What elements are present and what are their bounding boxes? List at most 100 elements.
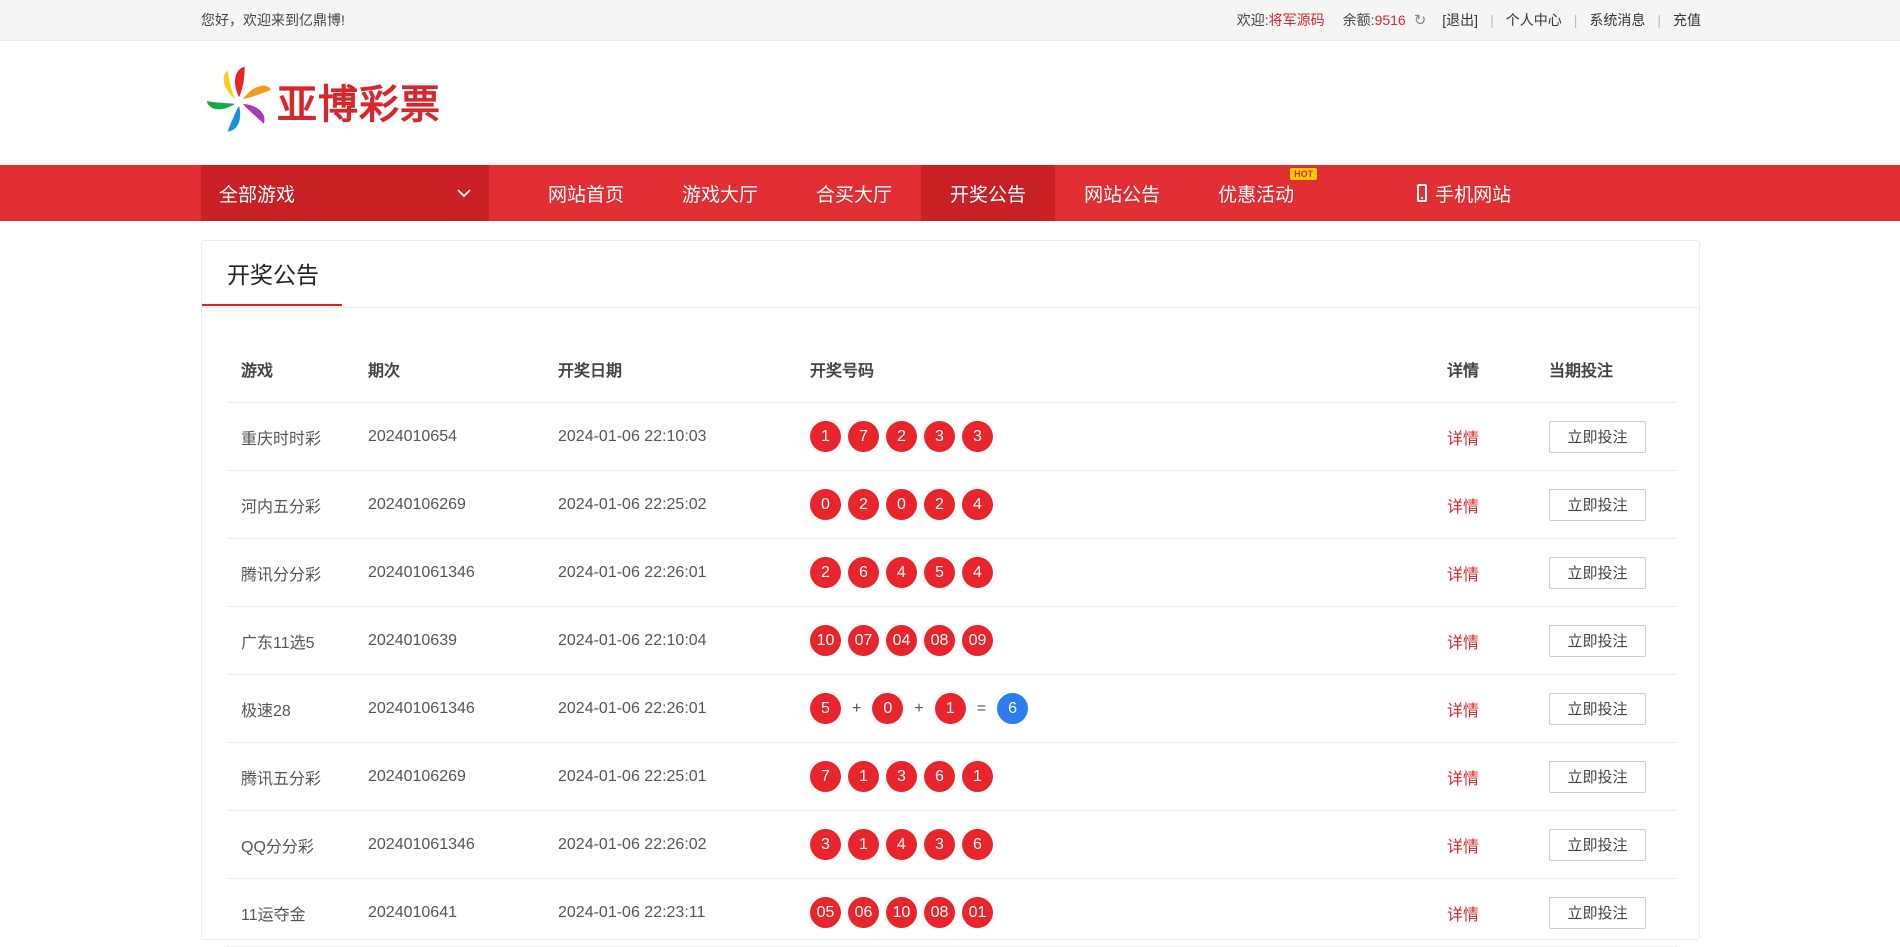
nav-item-group-buy[interactable]: 合买大厅 <box>787 165 921 221</box>
panel-header: 开奖公告 <box>202 241 1699 308</box>
game-name: 腾讯分分彩 <box>227 538 367 607</box>
detail-link[interactable]: 详情 <box>1447 907 1479 924</box>
header-numbers: 开奖号码 <box>809 336 1446 403</box>
welcome-label: 欢迎: <box>1236 12 1269 28</box>
main-nav: 全部游戏 网站首页 游戏大厅 合买大厅 开奖公告 网站公告 优惠活动 HOT 手… <box>0 165 1900 221</box>
panel-title: 开奖公告 <box>202 241 342 306</box>
number-ball: 4 <box>886 829 917 860</box>
nav-item-announcements[interactable]: 网站公告 <box>1055 165 1189 221</box>
number-ball: 3 <box>886 761 917 792</box>
number-ball: 1 <box>962 761 993 792</box>
table-row: QQ分分彩 202401061346 2024-01-06 22:26:02 3 1 4 3… <box>227 810 1677 879</box>
number-ball: 06 <box>848 897 879 928</box>
operator-symbol: + <box>852 699 862 717</box>
number-ball: 6 <box>848 557 879 588</box>
number-ball: 6 <box>962 829 993 860</box>
game-name: 极速28 <box>227 674 367 743</box>
draw-numbers: 05 06 10 08 01 <box>809 878 1446 947</box>
logo[interactable]: 亚博彩票 <box>201 63 441 139</box>
number-ball: 6 <box>924 761 955 792</box>
divider: | <box>1490 12 1494 28</box>
number-ball: 4 <box>962 489 993 520</box>
refresh-icon[interactable]: ↻ <box>1414 11 1427 29</box>
bet-now-button[interactable]: 立即投注 <box>1549 488 1646 521</box>
table-row: 广东11选5 2024010639 2024-01-06 22:10:04 10 07 0… <box>227 606 1677 675</box>
number-ball: 09 <box>962 625 993 656</box>
bet-cell: 立即投注 <box>1548 538 1677 607</box>
all-games-dropdown[interactable]: 全部游戏 <box>201 165 489 221</box>
game-name: 11运夺金 <box>227 878 367 947</box>
hot-badge: HOT <box>1290 168 1318 180</box>
messages-link[interactable]: 系统消息 <box>1589 10 1645 30</box>
number-ball: 1 <box>810 421 841 452</box>
detail-cell: 详情 <box>1446 674 1548 743</box>
game-name: QQ分分彩 <box>227 810 367 879</box>
nav-links: 网站首页 游戏大厅 合买大厅 开奖公告 网站公告 优惠活动 HOT <box>519 165 1323 221</box>
chevron-down-icon <box>457 188 471 197</box>
logout-link[interactable]: [退出] <box>1442 10 1478 30</box>
issue-number: 202401061346 <box>367 538 557 607</box>
number-balls: 17233 <box>810 421 1445 452</box>
bet-now-button[interactable]: 立即投注 <box>1549 624 1646 657</box>
personal-center-link[interactable]: 个人中心 <box>1506 10 1562 30</box>
draw-numbers: 02024 <box>809 470 1446 539</box>
number-ball: 5 <box>810 693 841 724</box>
draw-numbers: 26454 <box>809 538 1446 607</box>
number-balls: 31436 <box>810 829 1445 860</box>
logo-flower-icon <box>206 66 272 132</box>
issue-number: 20240106269 <box>367 470 557 539</box>
number-balls: 10 07 04 08 09 <box>810 625 1445 656</box>
table-header-row: 游戏 期次 开奖日期 开奖号码 详情 当期投注 <box>227 336 1677 403</box>
detail-link[interactable]: 详情 <box>1447 499 1479 516</box>
nav-item-game-hall[interactable]: 游戏大厅 <box>653 165 787 221</box>
header-issue: 期次 <box>367 336 557 403</box>
mobile-site-link[interactable]: 手机网站 <box>1417 165 1511 221</box>
number-ball: 2 <box>810 557 841 588</box>
detail-link[interactable]: 详情 <box>1447 703 1479 720</box>
bet-cell: 立即投注 <box>1548 402 1677 471</box>
game-name: 腾讯五分彩 <box>227 742 367 811</box>
bet-now-button[interactable]: 立即投注 <box>1549 420 1646 453</box>
top-bar: 您好，欢迎来到亿鼎博! 欢迎: 将军源码 余额: 9516 ↻ [退出] | 个… <box>0 0 1900 41</box>
draw-results-table: 游戏 期次 开奖日期 开奖号码 详情 当期投注 重庆时时彩 2024010654 2… <box>227 336 1677 947</box>
nav-item-promotions[interactable]: 优惠活动 HOT <box>1189 165 1323 221</box>
detail-link[interactable]: 详情 <box>1447 567 1479 584</box>
number-ball: 2 <box>848 489 879 520</box>
draw-date: 2024-01-06 22:26:01 <box>557 538 809 607</box>
bet-now-button[interactable]: 立即投注 <box>1549 896 1646 929</box>
operator-symbol: + <box>914 699 924 717</box>
bet-cell: 立即投注 <box>1548 674 1677 743</box>
draw-numbers: 17233 <box>809 402 1446 471</box>
number-ball: 3 <box>962 421 993 452</box>
number-ball: 1 <box>848 829 879 860</box>
draw-date: 2024-01-06 22:25:02 <box>557 470 809 539</box>
game-name: 河内五分彩 <box>227 470 367 539</box>
bet-now-button[interactable]: 立即投注 <box>1549 556 1646 589</box>
bet-now-button[interactable]: 立即投注 <box>1549 760 1646 793</box>
number-ball: 1 <box>934 693 966 724</box>
table-row: 极速28 202401061346 2024-01-06 22:26:01 5 +0 +1… <box>227 674 1677 743</box>
bet-now-button[interactable]: 立即投注 <box>1549 828 1646 861</box>
nav-item-home[interactable]: 网站首页 <box>519 165 653 221</box>
nav-item-draw-results[interactable]: 开奖公告 <box>921 165 1056 221</box>
detail-link[interactable]: 详情 <box>1447 635 1479 652</box>
detail-link[interactable]: 详情 <box>1447 771 1479 788</box>
number-ball: 7 <box>810 761 841 792</box>
bet-now-button[interactable]: 立即投注 <box>1549 692 1646 725</box>
detail-link[interactable]: 详情 <box>1447 839 1479 856</box>
draw-numbers: 10 07 04 08 09 <box>809 606 1446 675</box>
recharge-link[interactable]: 充值 <box>1673 10 1701 30</box>
bet-cell: 立即投注 <box>1548 470 1677 539</box>
detail-cell: 详情 <box>1446 606 1548 675</box>
number-ball: 1 <box>848 761 879 792</box>
table-row: 河内五分彩 20240106269 2024-01-06 22:25:02 0 2 0 2 4… <box>227 470 1677 539</box>
issue-number: 2024010654 <box>367 402 557 471</box>
header: 亚博彩票 <box>0 41 1900 165</box>
divider: | <box>1657 12 1661 28</box>
detail-link[interactable]: 详情 <box>1447 431 1479 448</box>
username: 将军源码 <box>1268 12 1325 28</box>
draw-numbers: 5 +0 +1 = 6 <box>809 674 1446 743</box>
number-ball: 08 <box>924 625 955 656</box>
number-ball: 08 <box>924 897 955 928</box>
number-balls: 02024 <box>810 489 1445 520</box>
